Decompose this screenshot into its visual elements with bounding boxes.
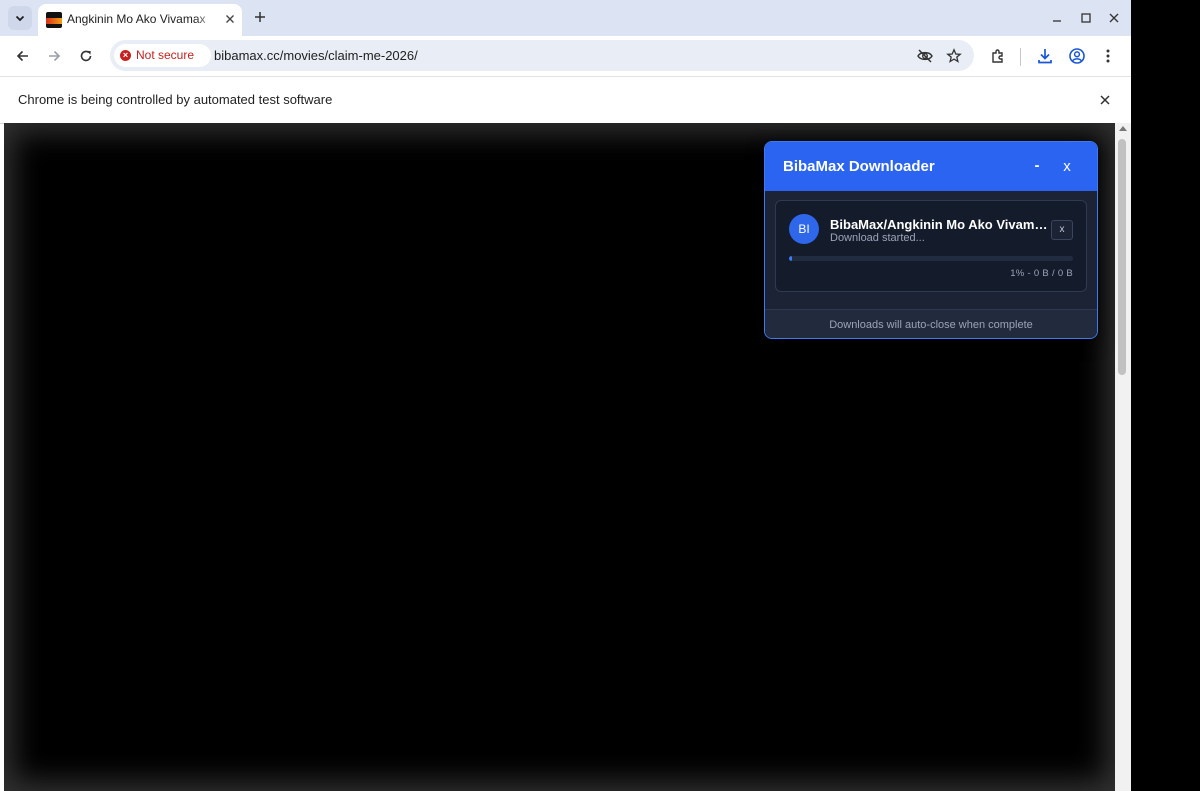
browser-toolbar: × Not secure bibamax.cc/movies/claim-me-… bbox=[0, 36, 1131, 76]
arrow-right-icon bbox=[49, 50, 61, 62]
infobar-close-button[interactable] bbox=[1096, 91, 1114, 109]
maximize-window-button[interactable] bbox=[1076, 8, 1096, 28]
security-chip[interactable]: × Not secure bbox=[114, 44, 211, 67]
profile-button[interactable] bbox=[1065, 44, 1089, 68]
minimize-window-button[interactable] bbox=[1047, 8, 1067, 28]
download-progress-text: 1% - 0 B / 0 B bbox=[1010, 268, 1073, 279]
download-avatar: BI bbox=[789, 214, 819, 244]
download-filename: BibaMax/Angkinin Mo Ako Vivamax.mp4 bbox=[830, 217, 1052, 232]
download-item: BI BibaMax/Angkinin Mo Ako Vivamax.mp4 D… bbox=[775, 200, 1087, 292]
reload-button[interactable] bbox=[74, 44, 98, 68]
chevron-down-icon bbox=[15, 15, 25, 22]
close-icon bbox=[1109, 13, 1119, 23]
download-cancel-button[interactable]: x bbox=[1051, 220, 1073, 240]
profile-icon bbox=[1069, 48, 1085, 64]
tab-strip: Angkinin Mo Ako Vivamax bbox=[0, 0, 1131, 36]
downloader-footer-text: Downloads will auto-close when complete bbox=[829, 319, 1033, 331]
downloader-header: BibaMax Downloader - x bbox=[765, 142, 1097, 191]
more-vertical-icon bbox=[1106, 49, 1110, 63]
tab-active[interactable]: Angkinin Mo Ako Vivamax bbox=[38, 4, 242, 36]
eye-off-icon bbox=[917, 49, 933, 63]
plus-icon bbox=[255, 12, 265, 22]
forward-button[interactable] bbox=[42, 44, 66, 68]
puzzle-icon bbox=[992, 49, 1003, 63]
scroll-up-arrow-icon[interactable] bbox=[1119, 126, 1127, 131]
downloader-close-button[interactable]: x bbox=[1058, 157, 1076, 177]
tab-close-button[interactable] bbox=[222, 12, 238, 28]
infobar-message: Chrome is being controlled by automated … bbox=[18, 92, 333, 107]
downloads-button[interactable] bbox=[1033, 44, 1057, 68]
security-label: Not secure bbox=[136, 48, 195, 62]
url-text[interactable]: bibamax.cc/movies/claim-me-2026/ bbox=[214, 48, 418, 63]
close-icon bbox=[1100, 95, 1110, 105]
reload-icon bbox=[80, 50, 92, 62]
star-icon bbox=[946, 48, 962, 63]
close-icon bbox=[226, 15, 234, 23]
downloader-panel: BibaMax Downloader - x BI BibaMax/Angkin… bbox=[764, 141, 1098, 339]
browser-window: Angkinin Mo Ako Vivamax × Not secure bib… bbox=[0, 0, 1131, 791]
minimize-icon bbox=[1053, 20, 1061, 22]
scrollbar-thumb[interactable] bbox=[1118, 139, 1126, 375]
tracking-protection-button[interactable] bbox=[916, 47, 934, 65]
film-poster-icon bbox=[46, 12, 62, 28]
download-icon bbox=[1038, 49, 1052, 64]
download-status: Download started... bbox=[830, 232, 925, 244]
menu-button[interactable] bbox=[1096, 44, 1120, 68]
close-window-button[interactable] bbox=[1104, 8, 1124, 28]
downloader-title: BibaMax Downloader bbox=[783, 158, 935, 175]
back-button[interactable] bbox=[11, 44, 35, 68]
automation-infobar: Chrome is being controlled by automated … bbox=[0, 76, 1131, 124]
download-progress-bar bbox=[789, 256, 1073, 261]
tab-title: Angkinin Mo Ako Vivamax bbox=[67, 12, 217, 26]
warning-icon: × bbox=[120, 50, 131, 61]
toolbar-divider bbox=[1020, 48, 1021, 66]
page-scrollbar[interactable] bbox=[1115, 123, 1131, 791]
downloader-footer: Downloads will auto-close when complete bbox=[765, 309, 1097, 338]
desktop-background bbox=[1131, 0, 1200, 791]
arrow-left-icon bbox=[16, 50, 28, 62]
tab-search-button[interactable] bbox=[8, 6, 32, 30]
address-bar[interactable]: × Not secure bibamax.cc/movies/claim-me-… bbox=[110, 40, 974, 71]
downloader-minimize-button[interactable]: - bbox=[1029, 156, 1045, 176]
new-tab-button[interactable] bbox=[250, 7, 270, 27]
extensions-button[interactable] bbox=[986, 44, 1010, 68]
maximize-icon bbox=[1081, 13, 1091, 23]
download-progress-fill bbox=[789, 256, 792, 261]
bookmark-button[interactable] bbox=[945, 47, 963, 65]
